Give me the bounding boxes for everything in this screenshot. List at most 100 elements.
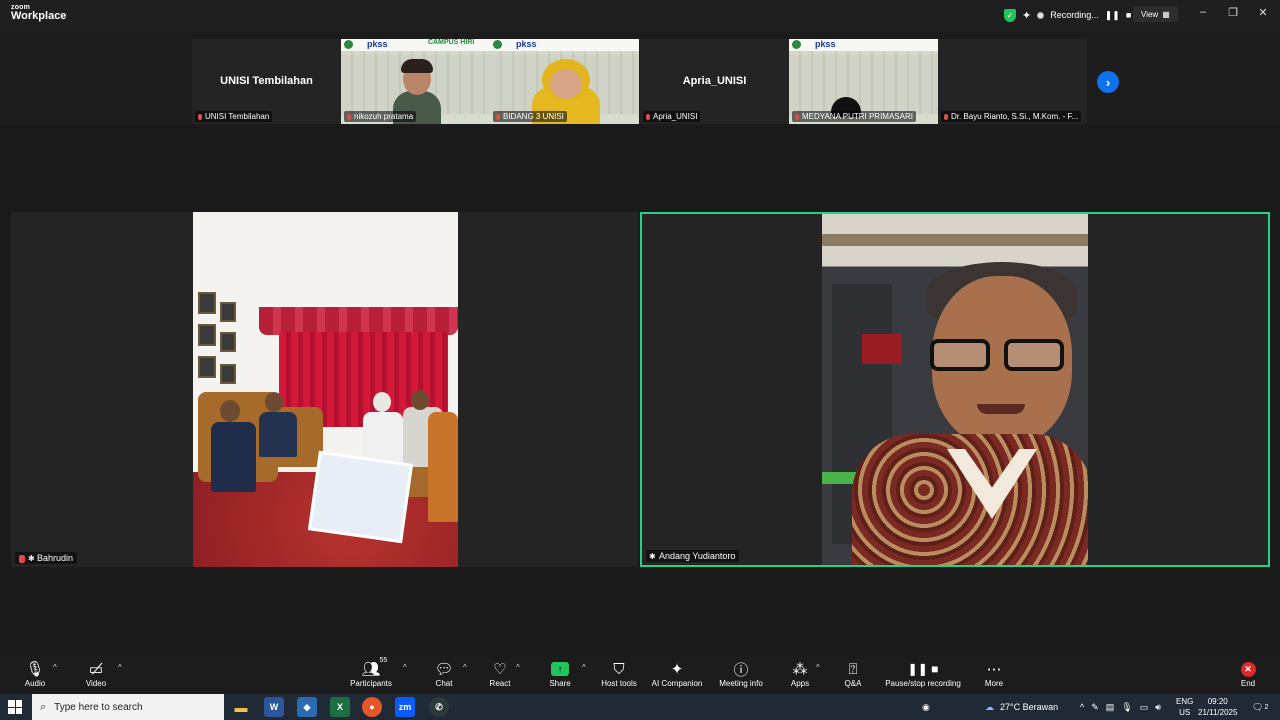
tray-app-icon[interactable]: ◉ [922, 694, 930, 720]
microphone-icon[interactable]: 🎙︎ [1121, 702, 1132, 713]
participants-count: 55 [379, 657, 388, 664]
pause-recording-icon[interactable]: ❚❚ [1105, 10, 1120, 21]
apps-options-caret-icon[interactable]: ^ [816, 663, 820, 672]
word-icon[interactable]: W [264, 697, 284, 717]
chat-icon: 💬︎ [434, 661, 454, 678]
share-button[interactable]: ↑ Share [530, 659, 590, 693]
more-button[interactable]: ⋯ More [964, 659, 1024, 693]
strip-tile-bayu[interactable]: Dr. Bayu Rianto, S.Si., M.Kom. - F... [938, 39, 1087, 124]
pause-stop-recording-button[interactable]: ❚❚ ■ Pause/stop recording [878, 659, 968, 693]
audio-label: Audio [24, 679, 46, 688]
restore-icon[interactable]: ❐ [1223, 6, 1243, 19]
video-tile-bahrudin[interactable]: ✱ Bahrudin [11, 212, 638, 567]
batik-shirt [852, 434, 1088, 565]
chat-options-caret-icon[interactable]: ^ [463, 663, 467, 672]
share-label: Share [549, 679, 571, 688]
search-placeholder: Type here to search [54, 701, 143, 713]
glasses-lens [1004, 339, 1064, 371]
logo-line-workplace: Workplace [11, 10, 67, 22]
person-head [265, 392, 283, 412]
apps-button[interactable]: ⁂ Apps [770, 659, 830, 693]
share-options-caret-icon[interactable]: ^ [582, 663, 586, 672]
participants-icon: 👥︎ 55 [361, 657, 388, 678]
participant-name-tag: ✱ Andang Yudiantoro [646, 550, 740, 562]
clock-date: 21/11/2025 [1198, 708, 1238, 717]
recording-dot-icon [1037, 11, 1045, 19]
room-video-feed [193, 212, 458, 567]
stop-recording-icon[interactable]: ■ [1126, 10, 1131, 20]
pen-icon[interactable]: ✎ [1091, 702, 1099, 713]
seated-person [211, 422, 256, 492]
chat-label: Chat [435, 679, 453, 688]
university-seal-icon [792, 40, 801, 49]
heart-icon: ♡ [493, 661, 507, 678]
host-tools-label: Host tools [601, 679, 637, 688]
strip-tile-medyana[interactable]: pkss MEDYANA PUTRI PRIMASARI [789, 39, 938, 124]
pin-icon: ✱ [649, 552, 656, 561]
firefox-icon[interactable]: ● [362, 697, 382, 717]
wall-frame [198, 324, 216, 346]
volume-icon[interactable]: 🔊︎ [1155, 702, 1161, 713]
participant-name: Bahrudin [37, 553, 74, 563]
security-shield-icon[interactable]: ✓ [1004, 8, 1016, 22]
video-button[interactable]: ▭̸ Video [66, 659, 126, 693]
show-hidden-icons-chevron-icon[interactable]: ^ [1080, 702, 1084, 712]
campus-banner: pkss CAMPUS HIRI [341, 39, 490, 51]
zoom-workplace-logo: zoom Workplace [11, 4, 66, 22]
participant-name-tag: Dr. Bayu Rianto, S.Si., M.Kom. - F... [941, 111, 1082, 122]
view-button-label: View [1141, 9, 1159, 19]
person-head [220, 400, 240, 422]
file-explorer-icon[interactable]: ▬ [231, 697, 251, 717]
strip-tile-unisi-tembilahan[interactable]: UNISI Tembilahan UNISI Tembilahan [192, 39, 341, 124]
strip-tile-apria[interactable]: Apria_UNISI Apria_UNISI [640, 39, 789, 124]
end-button[interactable]: ✕ End [1218, 659, 1278, 693]
taskbar-clock[interactable]: 09:20 21/11/2025 [1198, 696, 1237, 718]
device-icon[interactable]: ▤ [1106, 702, 1115, 713]
participants-button[interactable]: 👥︎ 55 Participants [341, 657, 401, 693]
strip-tile-bidang3[interactable]: pkss BIDANG 3 UNISI [490, 39, 639, 124]
participant-name-tag: BIDANG 3 UNISI [493, 111, 567, 122]
ceiling-beam [822, 234, 1088, 246]
audio-options-caret-icon[interactable]: ^ [53, 663, 57, 672]
pin-icon: ✱ [28, 554, 35, 563]
video-tile-andang[interactable]: ✱ Andang Yudiantoro [640, 212, 1270, 567]
ai-companion-button[interactable]: ✦ AI Companion [647, 659, 707, 693]
qa-button[interactable]: ⍰ Q&A [823, 659, 883, 693]
windows-start-icon[interactable] [8, 700, 22, 714]
end-call-icon: ✕ [1240, 659, 1256, 679]
weather-widget[interactable]: ☁ 27°C Berawan [985, 694, 1058, 720]
notification-center-icon[interactable]: 🗨︎ 2 [1252, 694, 1268, 720]
taskbar-search[interactable]: ⌕ Type here to search [32, 694, 224, 720]
react-options-caret-icon[interactable]: ^ [516, 663, 520, 672]
apps-label: Apps [790, 679, 810, 688]
notification-icon: 🗨︎ [1252, 701, 1264, 712]
cloud-icon: ☁ [985, 701, 994, 712]
wall-frame [198, 356, 216, 378]
host-tools-button[interactable]: ⛉ Host tools [589, 659, 649, 693]
participant-name-center: Apria_UNISI [682, 75, 747, 87]
react-button[interactable]: ♡ React [470, 659, 530, 693]
app-icon[interactable]: ◆ [297, 697, 317, 717]
ai-sparkle-icon[interactable]: ✦ [1022, 9, 1031, 22]
zoom-taskbar-icon[interactable]: zm [395, 697, 415, 717]
view-button[interactable]: View ▦ [1133, 6, 1178, 22]
participant-name-tag: MEDYANA PUTRI PRIMASARI [792, 111, 916, 122]
close-window-icon[interactable]: ✕ [1253, 6, 1273, 19]
network-icon[interactable]: ▭ [1140, 702, 1149, 713]
title-bar: zoom Workplace ✓ ✦ Recording... ❚❚ ■ Vie… [0, 0, 1280, 30]
info-icon: ⓘ [733, 661, 749, 679]
qa-label: Q&A [844, 679, 862, 688]
minimize-icon[interactable]: – [1193, 6, 1213, 18]
ai-companion-label: AI Companion [651, 679, 703, 688]
excel-icon[interactable]: X [330, 697, 350, 717]
windows-taskbar: ⌕ Type here to search ▬ W ◆ X ● zm ✆ ◉ ☁… [0, 694, 1280, 720]
meeting-info-button[interactable]: ⓘ Meeting info [711, 659, 771, 693]
shield-icon: ⛉ [613, 660, 625, 678]
strip-tile-nikozuh[interactable]: pkss CAMPUS HIRI nikozuh pratama [341, 39, 490, 124]
next-page-arrow-icon[interactable]: › [1097, 71, 1119, 93]
video-options-caret-icon[interactable]: ^ [118, 663, 122, 672]
language-indicator[interactable]: ENG US [1176, 696, 1193, 718]
whatsapp-icon[interactable]: ✆ [429, 697, 449, 717]
weather-text: 27°C Berawan [1000, 702, 1059, 712]
participants-options-caret-icon[interactable]: ^ [403, 663, 407, 672]
